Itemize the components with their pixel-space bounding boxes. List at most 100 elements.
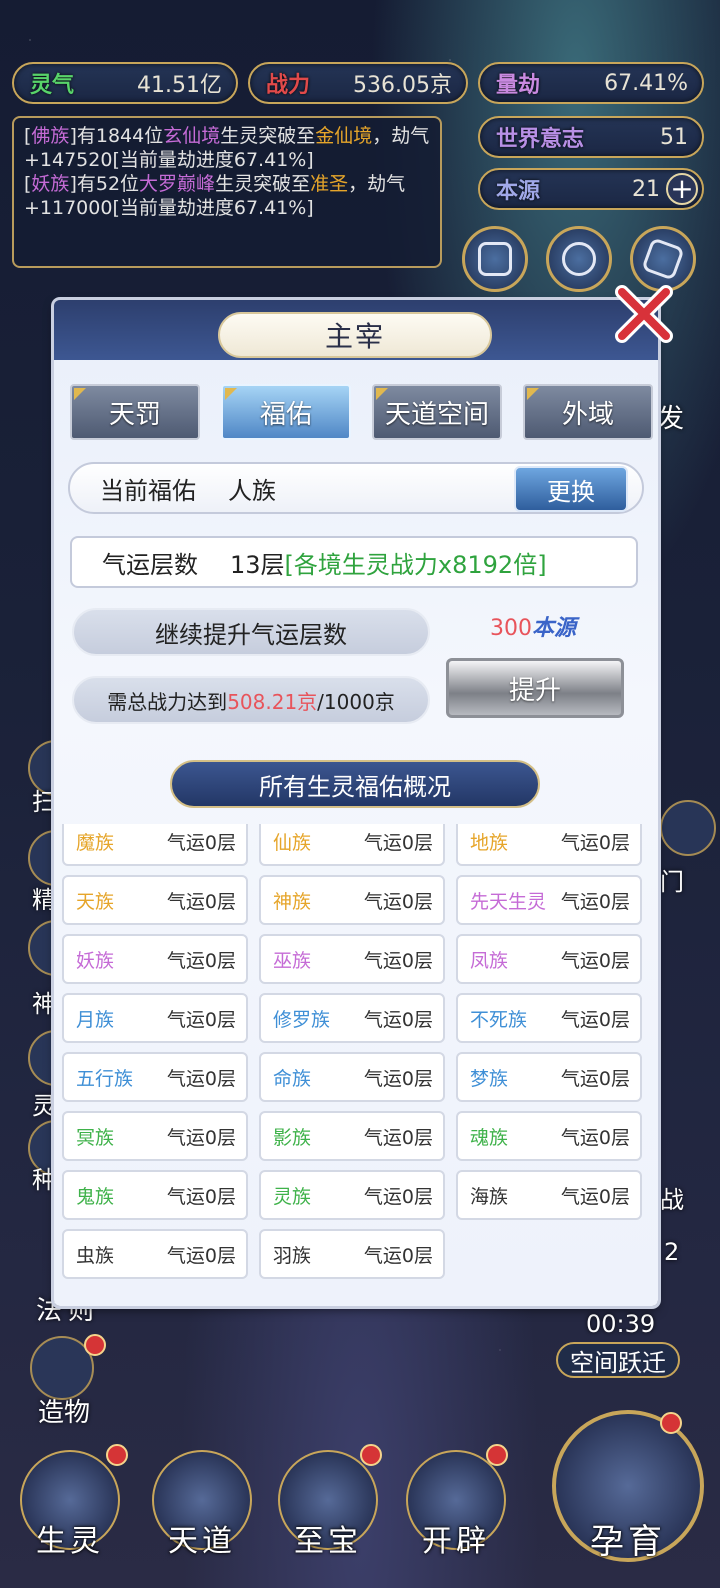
nav-tiandao[interactable]: 天道 (146, 1450, 258, 1570)
race-cell[interactable]: 海族 气运0层 (456, 1170, 642, 1220)
race-cell[interactable]: 鬼族 气运0层 (62, 1170, 248, 1220)
race-luck-level: 气运0层 (166, 1244, 236, 1267)
race-name: 天族 (76, 890, 115, 913)
nav-zhibao[interactable]: 至宝 (272, 1444, 384, 1570)
log-realm: 大罗巅峰 (139, 173, 216, 195)
race-luck-level: 气运0层 (560, 1008, 630, 1031)
race-luck-level: 气运0层 (363, 831, 433, 854)
timer: 00:39 (586, 1310, 656, 1338)
race-luck-level: 气运0层 (363, 1185, 433, 1208)
zhanli-stat: 战力 536.05京 (248, 62, 468, 104)
book-icon (478, 242, 512, 276)
nav-label: 开辟 (422, 1524, 490, 1559)
luck-bonus: [各境生灵战力x8192倍] (284, 550, 547, 579)
panel-title: 主宰 (218, 312, 492, 358)
race-luck-level: 气运0层 (363, 1244, 433, 1267)
race-cell[interactable]: 月族 气运0层 (62, 993, 248, 1043)
nav-label: 天道 (168, 1524, 236, 1559)
race-name: 冥族 (76, 1126, 115, 1149)
race-cell[interactable]: 修罗族 气运0层 (259, 993, 445, 1043)
race-cell[interactable]: 仙族 气运0层 (259, 824, 445, 866)
tab-tiandao-space[interactable]: 天道空间 (372, 384, 502, 440)
side-label-partial: 战 (660, 1186, 684, 1214)
add-benyuan-button[interactable]: + (666, 173, 698, 205)
cost-unit: 本源 (532, 616, 577, 641)
tab-fuyou[interactable]: 福佑 (221, 384, 351, 440)
race-luck-level: 气运0层 (560, 890, 630, 913)
notification-dot (360, 1444, 382, 1466)
nav-kaipi[interactable]: 开辟 (400, 1444, 512, 1570)
race-cell[interactable]: 神族 气运0层 (259, 875, 445, 925)
race-cell[interactable]: 灵族 气运0层 (259, 1170, 445, 1220)
side-label-partial: 神 (32, 990, 56, 1018)
log-entry: [佛族]有1844位玄仙境生灵突破至金仙境，劫气+147520[当前量劫进度67… (24, 124, 430, 172)
race-cell[interactable]: 梦族 气运0层 (456, 1052, 642, 1102)
current-blessing-row: 当前福佑 人族 更换 (68, 462, 644, 514)
race-cell[interactable]: 冥族 气运0层 (62, 1111, 248, 1161)
race-luck-level: 气运0层 (166, 831, 236, 854)
race-name: 五行族 (76, 1067, 134, 1090)
race-luck-level: 气运0层 (166, 1067, 236, 1090)
tab-tianfa[interactable]: 天罚 (70, 384, 200, 440)
race-cell[interactable]: 天族 气运0层 (62, 875, 248, 925)
race-cell[interactable]: 凤族 气运0层 (456, 934, 642, 984)
race-cell[interactable]: 先天生灵 气运0层 (456, 875, 642, 925)
overview-header[interactable]: 所有生灵福佑概况 (170, 760, 540, 808)
race-cell[interactable]: 五行族 气运0层 (62, 1052, 248, 1102)
race-luck-level: 气运0层 (560, 1126, 630, 1149)
notification-dot (106, 1444, 128, 1466)
log-text: 有52位 (76, 173, 140, 195)
close-icon[interactable] (612, 282, 676, 346)
current-blessing-label: 当前福佑 (100, 476, 196, 505)
log-text: 生灵突破至 (215, 173, 311, 195)
zaowu-label[interactable]: 造物 (38, 1392, 90, 1429)
requirement-target: /1000京 (317, 689, 395, 714)
liangjie-stat[interactable]: 量劫 67.41% (478, 62, 704, 104)
luck-level-row: 气运层数 13层 [各境生灵战力x8192倍] (70, 536, 638, 588)
swap-button[interactable]: 更换 (514, 466, 628, 512)
requirement-current: 508.21京 (227, 689, 318, 714)
shijie-stat[interactable]: 世界意志 51 (478, 116, 704, 158)
compass-button[interactable] (546, 226, 612, 292)
upgrade-button[interactable]: 提升 (446, 658, 624, 718)
space-jump-button[interactable]: 空间跃迁 (556, 1342, 680, 1378)
side-icon[interactable] (660, 800, 716, 856)
nav-shengling[interactable]: 生灵 (14, 1444, 128, 1570)
race-luck-level: 气运0层 (166, 949, 236, 972)
race-luck-level: 气运0层 (363, 1008, 433, 1031)
race-luck-level: 气运0层 (363, 1126, 433, 1149)
event-log: [佛族]有1844位玄仙境生灵突破至金仙境，劫气+147520[当前量劫进度67… (12, 116, 442, 268)
race-cell[interactable]: 羽族 气运0层 (259, 1229, 445, 1279)
benyuan-value: 21 (632, 176, 660, 202)
notification-dot (486, 1444, 508, 1466)
tab-waiyu[interactable]: 外域 (523, 384, 653, 440)
race-luck-level: 气运0层 (560, 831, 630, 854)
race-name: 海族 (470, 1185, 509, 1208)
nav-yunyu[interactable]: 孕育 (548, 1410, 708, 1580)
race-cell[interactable]: 魔族 气运0层 (62, 824, 248, 866)
book-button[interactable] (462, 226, 528, 292)
race-name: 影族 (273, 1126, 312, 1149)
lingqi-stat: 灵气 41.51亿 (12, 62, 238, 104)
benyuan-stat: 本源 21 + (478, 168, 704, 210)
race-cell[interactable]: 魂族 气运0层 (456, 1111, 642, 1161)
lingqi-value: 41.51亿 (137, 73, 222, 98)
race-luck-level: 气运0层 (166, 1185, 236, 1208)
race-luck-level: 气运0层 (560, 1067, 630, 1090)
race-luck-level: 气运0层 (560, 949, 630, 972)
race-name: 地族 (470, 831, 509, 854)
race-cell[interactable]: 命族 气运0层 (259, 1052, 445, 1102)
race-cell[interactable]: 巫族 气运0层 (259, 934, 445, 984)
side-label-partial: 扫 (32, 788, 56, 816)
notification-dot (660, 1412, 682, 1434)
race-name: 魂族 (470, 1126, 509, 1149)
log-entry: [妖族]有52位大罗巅峰生灵突破至准圣，劫气+117000[当前量劫进度67.4… (24, 172, 430, 220)
race-cell[interactable]: 不死族 气运0层 (456, 993, 642, 1043)
race-cell[interactable]: 虫族 气运0层 (62, 1229, 248, 1279)
race-cell[interactable]: 妖族 气运0层 (62, 934, 248, 984)
race-cell[interactable]: 影族 气运0层 (259, 1111, 445, 1161)
continue-upgrade-label: 继续提升气运层数 (72, 608, 430, 656)
race-cell[interactable]: 地族 气运0层 (456, 824, 642, 866)
log-bracket-close: ] (69, 125, 77, 147)
luck-level-value: 13层 (230, 550, 285, 579)
